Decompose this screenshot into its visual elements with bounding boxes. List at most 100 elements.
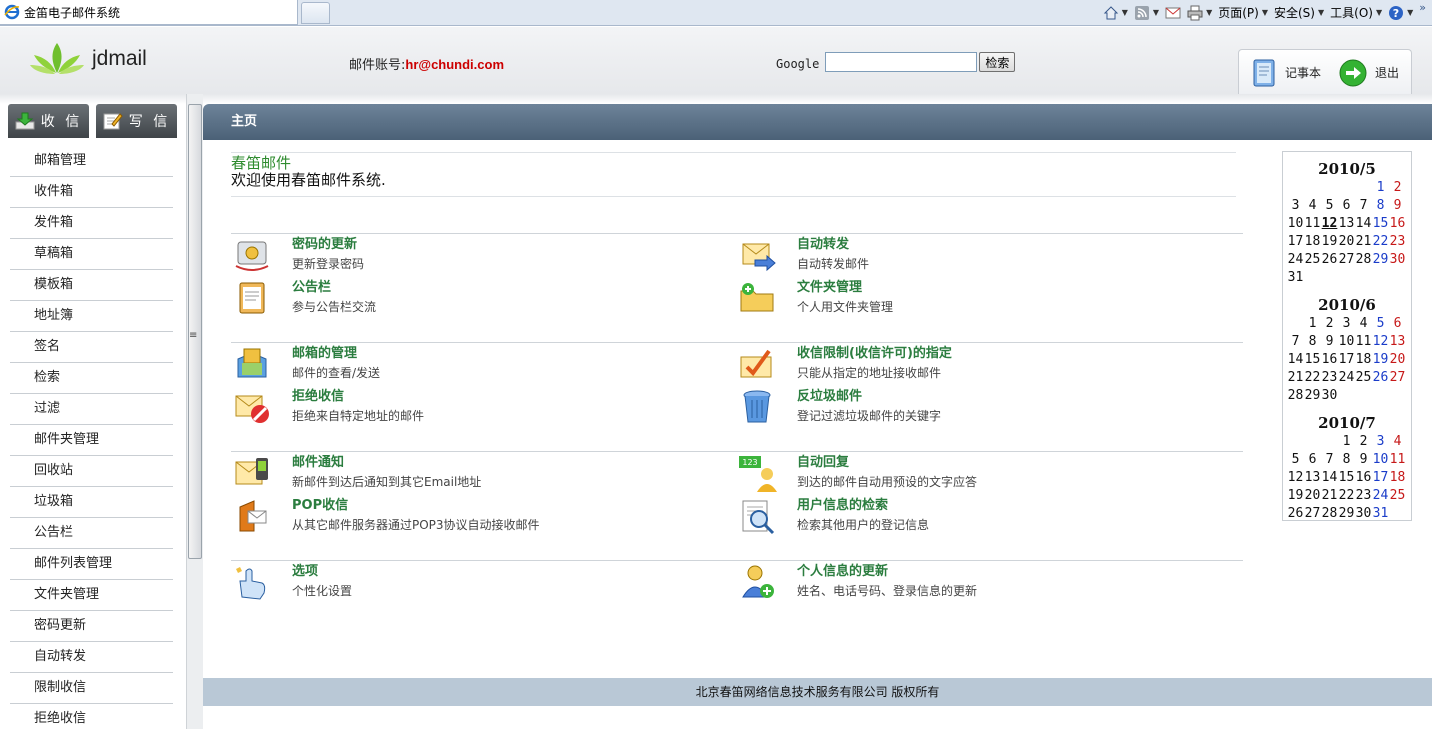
- feature-title[interactable]: 邮件通知: [292, 454, 481, 472]
- calendar-day[interactable]: 1: [1372, 180, 1389, 198]
- calendar-day[interactable]: 6: [1304, 452, 1321, 470]
- calendar-day[interactable]: 1: [1304, 316, 1321, 334]
- feature-item[interactable]: 文件夹管理 个人用文件夹管理: [736, 279, 1216, 319]
- feature-title[interactable]: 自动回复: [797, 454, 977, 472]
- feature-title[interactable]: 选项: [292, 563, 352, 581]
- calendar-day[interactable]: 5: [1321, 198, 1338, 216]
- calendar-day[interactable]: 19: [1287, 488, 1304, 506]
- sidebar-item[interactable]: 邮箱管理: [10, 146, 173, 177]
- calendar-day[interactable]: 19: [1372, 352, 1389, 370]
- feature-title[interactable]: 个人信息的更新: [797, 563, 977, 581]
- calendar-day[interactable]: 22: [1338, 488, 1355, 506]
- calendar-day[interactable]: 15: [1338, 470, 1355, 488]
- calendar-day[interactable]: 12: [1287, 470, 1304, 488]
- notepad-button[interactable]: 记事本: [1251, 58, 1321, 88]
- calendar-day[interactable]: 24: [1287, 252, 1304, 270]
- calendar-day[interactable]: 4: [1304, 198, 1321, 216]
- calendar-day[interactable]: 29: [1304, 388, 1321, 406]
- calendar-day[interactable]: 31: [1372, 506, 1389, 524]
- calendar-day[interactable]: 28: [1287, 388, 1304, 406]
- sidebar-item[interactable]: 收件箱: [10, 177, 173, 208]
- calendar-day[interactable]: 10: [1338, 334, 1355, 352]
- calendar-day[interactable]: 8: [1372, 198, 1389, 216]
- calendar-day[interactable]: 12: [1372, 334, 1389, 352]
- calendar-day[interactable]: 14: [1287, 352, 1304, 370]
- calendar-day[interactable]: 4: [1389, 434, 1406, 452]
- sidebar-item[interactable]: 检索: [10, 363, 173, 394]
- browser-tab[interactable]: 金笛电子邮件系统: [0, 0, 298, 25]
- calendar-day[interactable]: 7: [1287, 334, 1304, 352]
- tools-menu[interactable]: 工具(O) ▼: [1330, 4, 1382, 21]
- feature-title[interactable]: 邮箱的管理: [292, 345, 380, 363]
- calendar-day[interactable]: 20: [1338, 234, 1355, 252]
- feature-item[interactable]: 拒绝收信 拒绝来自特定地址的邮件: [231, 388, 711, 428]
- sidebar-item[interactable]: 自动转发: [10, 642, 173, 673]
- calendar-day[interactable]: 17: [1372, 470, 1389, 488]
- page-menu[interactable]: 页面(P) ▼: [1218, 4, 1268, 21]
- calendar-day[interactable]: 8: [1338, 452, 1355, 470]
- calendar-day[interactable]: 3: [1372, 434, 1389, 452]
- calendar-day[interactable]: 17: [1338, 352, 1355, 370]
- calendar-day[interactable]: 2: [1355, 434, 1372, 452]
- sidebar-item[interactable]: 限制收信: [10, 673, 173, 704]
- calendar-day[interactable]: 13: [1304, 470, 1321, 488]
- new-tab-button[interactable]: [301, 2, 330, 24]
- feature-item[interactable]: 密码的更新 更新登录密码: [231, 236, 711, 276]
- calendar-day[interactable]: 31: [1287, 270, 1304, 288]
- calendar-day[interactable]: 11: [1304, 216, 1321, 234]
- sidebar-item[interactable]: 拒绝收信: [10, 704, 173, 729]
- calendar-day[interactable]: 15: [1372, 216, 1389, 234]
- sidebar-item[interactable]: 模板箱: [10, 270, 173, 301]
- feature-title[interactable]: 公告栏: [292, 279, 376, 297]
- calendar-day[interactable]: 7: [1355, 198, 1372, 216]
- calendar-day[interactable]: 13: [1389, 334, 1406, 352]
- sidebar-item[interactable]: 邮件列表管理: [10, 549, 173, 580]
- feature-title[interactable]: POP收信: [292, 497, 540, 515]
- calendar-day[interactable]: 29: [1338, 506, 1355, 524]
- calendar-day[interactable]: 22: [1372, 234, 1389, 252]
- calendar-day[interactable]: 18: [1355, 352, 1372, 370]
- calendar-day[interactable]: 24: [1338, 370, 1355, 388]
- mail-button[interactable]: [1165, 5, 1181, 21]
- calendar-day[interactable]: 18: [1389, 470, 1406, 488]
- feeds-button[interactable]: ▼: [1134, 5, 1159, 21]
- google-search-input[interactable]: [825, 52, 978, 72]
- sidebar-scrollbar[interactable]: [186, 94, 203, 729]
- search-button[interactable]: 检索: [979, 52, 1016, 72]
- feature-item[interactable]: 反垃圾邮件 登记过滤垃圾邮件的关键字: [736, 388, 1216, 428]
- sidebar-item[interactable]: 发件箱: [10, 208, 173, 239]
- calendar-day[interactable]: 25: [1389, 488, 1406, 506]
- calendar-day[interactable]: 9: [1389, 198, 1406, 216]
- calendar-day[interactable]: 30: [1355, 506, 1372, 524]
- calendar-day[interactable]: 11: [1389, 452, 1406, 470]
- sidebar-item[interactable]: 密码更新: [10, 611, 173, 642]
- calendar-day[interactable]: 7: [1321, 452, 1338, 470]
- feature-item[interactable]: 个人信息的更新 姓名、电话号码、登录信息的更新: [736, 563, 1216, 603]
- sidebar-item[interactable]: 回收站: [10, 456, 173, 487]
- calendar-day[interactable]: 14: [1355, 216, 1372, 234]
- calendar-day[interactable]: 28: [1321, 506, 1338, 524]
- calendar-day[interactable]: 14: [1321, 470, 1338, 488]
- calendar-day[interactable]: 12: [1321, 216, 1338, 234]
- calendar-day[interactable]: 5: [1287, 452, 1304, 470]
- calendar-day[interactable]: 9: [1355, 452, 1372, 470]
- compose-mail-button[interactable]: 写 信: [96, 104, 177, 138]
- feature-item[interactable]: 收信限制(收信许可)的指定 只能从指定的地址接收邮件: [736, 345, 1216, 385]
- receive-mail-button[interactable]: 收 信: [8, 104, 89, 138]
- calendar-day[interactable]: 16: [1321, 352, 1338, 370]
- calendar-day[interactable]: 23: [1321, 370, 1338, 388]
- sidebar-item[interactable]: 文件夹管理: [10, 580, 173, 611]
- calendar-day[interactable]: 27: [1389, 370, 1406, 388]
- sidebar-item[interactable]: 过滤: [10, 394, 173, 425]
- pane-splitter-handle[interactable]: ≡: [189, 330, 197, 341]
- calendar-day[interactable]: 21: [1321, 488, 1338, 506]
- feature-item[interactable]: 邮箱的管理 邮件的查看/发送: [231, 345, 711, 385]
- sidebar-item[interactable]: 签名: [10, 332, 173, 363]
- calendar-day[interactable]: 26: [1321, 252, 1338, 270]
- sidebar-item[interactable]: 地址簿: [10, 301, 173, 332]
- feature-title[interactable]: 密码的更新: [292, 236, 364, 254]
- calendar-day[interactable]: 25: [1355, 370, 1372, 388]
- calendar-day[interactable]: 27: [1304, 506, 1321, 524]
- calendar-day[interactable]: 3: [1287, 198, 1304, 216]
- calendar-day[interactable]: 23: [1355, 488, 1372, 506]
